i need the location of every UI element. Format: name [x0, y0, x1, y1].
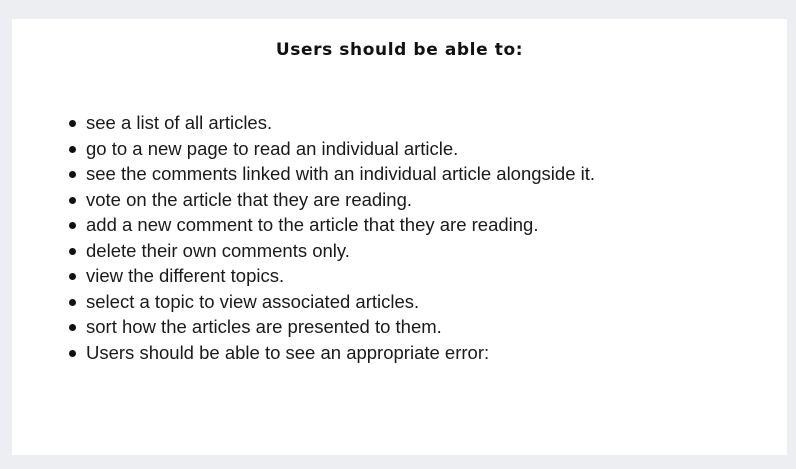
bullet-icon: [69, 145, 76, 153]
bullet-icon: [69, 171, 76, 178]
bullet-icon: [69, 222, 76, 229]
list-item-text: see the comments linked with an individu…: [86, 163, 596, 184]
slide-title: Users should be able to:: [275, 40, 524, 60]
list-item-text: delete their own comments only.: [86, 239, 350, 261]
bullet-icon: [69, 196, 76, 204]
bullet-icon: [69, 273, 76, 280]
list-item: view the different topics.: [69, 263, 595, 289]
list-item: see a list of all articles.: [69, 110, 595, 136]
list-item: see the comments linked with an individu…: [69, 161, 596, 187]
list-item: add a new comment to the article that th…: [69, 212, 595, 238]
bullet-icon: [69, 247, 76, 255]
list-item-text: add a new comment to the article that th…: [86, 214, 539, 235]
list-item-text: see a list of all articles.: [86, 112, 273, 133]
requirements-list: see a list of all articles. go to a new …: [69, 110, 596, 366]
bullet-icon: [69, 298, 76, 306]
list-item: delete their own comments only.: [69, 238, 595, 264]
slide-card: Users should be able to: see a list of a…: [12, 19, 787, 455]
list-item-text: view the different topics.: [86, 265, 285, 286]
list-item-text: go to a new page to read an individual a…: [86, 137, 459, 159]
bullet-icon: [69, 349, 76, 357]
list-item: Users should be able to see an appropria…: [69, 340, 595, 366]
bullet-icon: [69, 120, 76, 127]
list-item-text: vote on the article that they are readin…: [86, 188, 413, 210]
bullet-icon: [69, 324, 76, 331]
list-item: sort how the articles are presented to t…: [69, 314, 595, 340]
list-item: go to a new page to read an individual a…: [69, 136, 595, 162]
list-item: vote on the article that they are readin…: [69, 187, 595, 213]
list-item-text: select a topic to view associated articl…: [86, 290, 420, 312]
list-item: select a topic to view associated articl…: [69, 289, 595, 315]
list-item-text: Users should be able to see an appropria…: [86, 341, 490, 363]
list-item-text: sort how the articles are presented to t…: [86, 316, 442, 337]
